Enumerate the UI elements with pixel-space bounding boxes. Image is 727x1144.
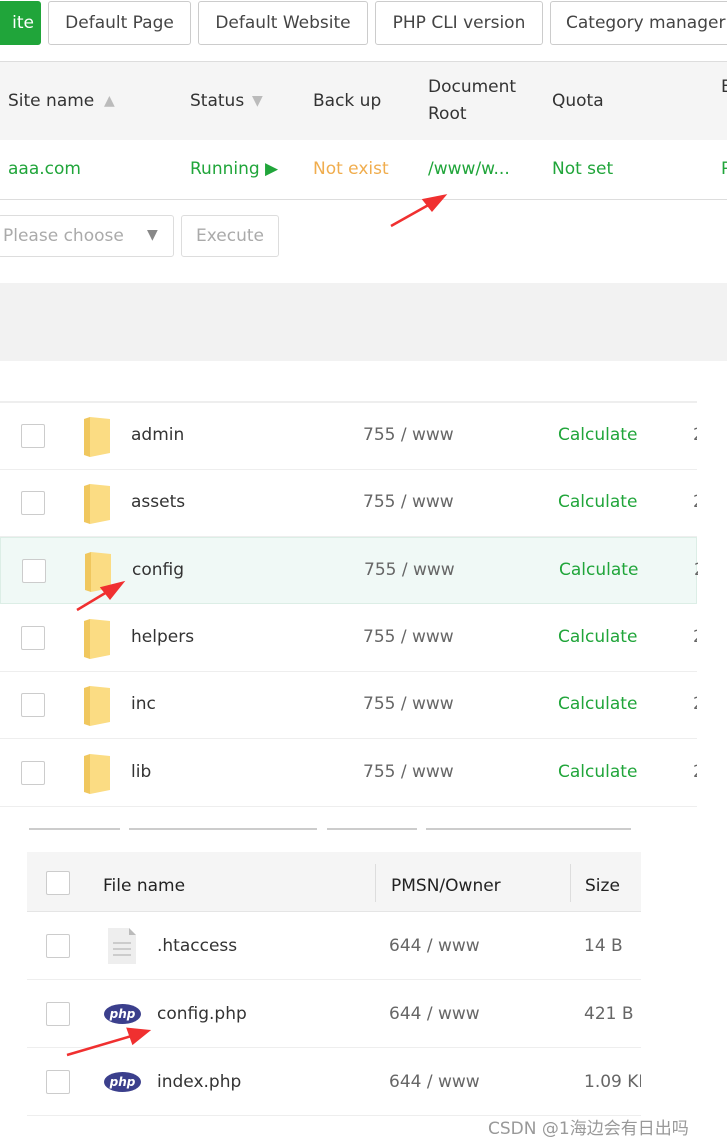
watermark: CSDN @1海边会有日出吗 [488,1119,689,1139]
arrow-icon [390,201,433,228]
arrow-icon [66,1033,136,1057]
annotation-arrows [66,194,448,1057]
